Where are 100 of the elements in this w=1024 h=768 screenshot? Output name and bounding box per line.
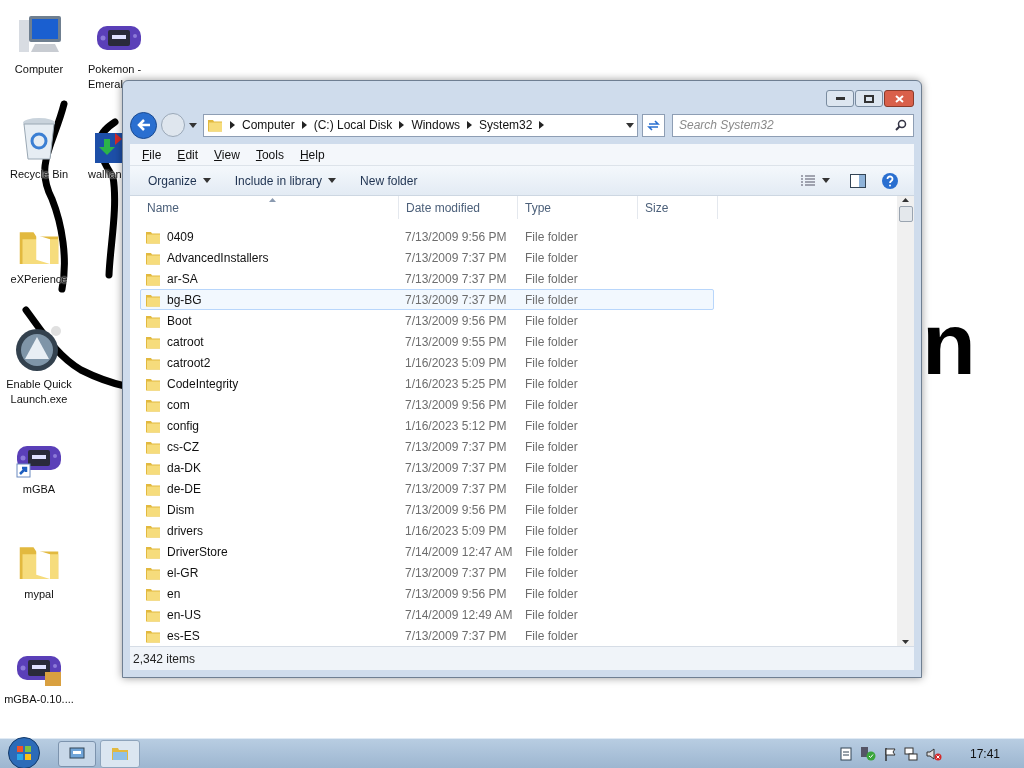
desktop-icon-label[interactable]: mGBA [22, 482, 56, 497]
file-name: 0409 [167, 228, 194, 246]
date-cell-text: 7/13/2009 7:37 PM [404, 438, 508, 456]
file-row[interactable]: com 7/13/2009 9:56 PM File folder [140, 394, 714, 415]
file-row[interactable]: da-DK 7/13/2009 7:37 PM File folder [140, 457, 714, 478]
muted-speaker-icon [925, 746, 942, 761]
breadcrumb[interactable]: Computer [242, 116, 295, 134]
file-row[interactable]: de-DE 7/13/2009 7:37 PM File folder [140, 478, 714, 499]
help-button[interactable] [880, 170, 900, 191]
file-name: Boot [167, 312, 192, 330]
date-cell-text: 7/13/2009 9:56 PM [404, 585, 508, 603]
toolbar-button[interactable]: New folder [348, 168, 430, 193]
network-icon [903, 746, 918, 761]
address-bar[interactable]: Computer (C:) Local Disk Windows System32 [203, 113, 638, 137]
windows-logo-icon [16, 744, 32, 761]
toolbar-button[interactable]: Organize [136, 168, 223, 193]
type-cell-text: File folder [524, 312, 578, 330]
type-cell-text: File folder [524, 543, 578, 561]
file-row[interactable]: drivers 1/16/2023 5:09 PM File folder [140, 520, 714, 541]
file-name: catroot [167, 333, 204, 351]
file-row[interactable]: DriverStore 7/14/2009 12:47 AM File folder [140, 541, 714, 562]
file-row[interactable]: el-GR 7/13/2009 7:37 PM File folder [140, 562, 714, 583]
start-button[interactable] [8, 736, 40, 768]
type-cell-text: File folder [524, 606, 578, 624]
file-row[interactable]: ar-SA 7/13/2009 7:37 PM File folder [140, 268, 714, 289]
date-cell-text: 7/13/2009 9:55 PM [404, 333, 508, 351]
menu-item[interactable]: View [214, 145, 240, 164]
shield-check-icon [859, 746, 876, 761]
breadcrumb[interactable]: System32 [479, 116, 533, 134]
caret-icon [328, 178, 337, 183]
column-header[interactable]: Date modified [399, 196, 518, 219]
triangle-logo-icon [14, 323, 64, 373]
file-row[interactable]: config 1/16/2023 5:12 PM File folder [140, 415, 714, 436]
date-cell-text: 7/14/2009 12:49 AM [404, 606, 514, 624]
file-row[interactable]: Boot 7/13/2009 9:56 PM File folder [140, 310, 714, 331]
menu-item[interactable]: Edit [177, 145, 199, 164]
file-name: de-DE [167, 480, 201, 498]
desktop-icon-label[interactable]: mGBA-0.10.... [4, 692, 74, 707]
file-name: ar-SA [167, 270, 198, 288]
file-name: drivers [167, 522, 203, 540]
menu-item[interactable]: Help [299, 145, 325, 164]
search-box[interactable]: Search System32 [672, 113, 914, 137]
column-header[interactable]: Type [518, 196, 638, 219]
file-row[interactable]: CodeIntegrity 1/16/2023 5:25 PM File folder [140, 373, 714, 394]
scrollbar[interactable] [897, 196, 914, 646]
desktop-icon-label[interactable]: Enable Quick Launch.exe [6, 377, 72, 407]
maximize-button[interactable] [855, 90, 883, 107]
date-cell-text: 7/13/2009 7:37 PM [404, 249, 508, 267]
file-name: Dism [167, 501, 195, 519]
column-header[interactable]: Size [638, 196, 718, 219]
help-icon [881, 171, 899, 190]
search-field[interactable]: Search System32 [679, 116, 895, 134]
file-row[interactable]: en 7/13/2009 9:56 PM File folder [140, 583, 714, 604]
chevron-icon [539, 121, 545, 129]
minimize-button[interactable] [826, 90, 854, 107]
breadcrumb[interactable]: (C:) Local Disk [313, 116, 393, 134]
date-cell-text: 7/13/2009 7:37 PM [404, 564, 508, 582]
file-row[interactable]: cs-CZ 7/13/2009 7:37 PM File folder [140, 436, 714, 457]
scroll-up-icon [902, 198, 909, 202]
file-row[interactable]: Dism 7/13/2009 9:56 PM File folder [140, 499, 714, 520]
sort-arrow-icon [269, 198, 276, 202]
file-row[interactable]: AdvancedInstallers 7/13/2009 7:37 PM File folder [140, 247, 714, 268]
date-cell-text: 7/13/2009 7:37 PM [404, 627, 508, 645]
type-cell-text: File folder [524, 396, 578, 414]
file-name: en [167, 585, 181, 603]
back-button[interactable] [130, 111, 157, 139]
breadcrumb[interactable]: Windows [411, 116, 461, 134]
menu-item[interactable]: Tools [255, 145, 284, 164]
file-name: com [167, 396, 190, 414]
file-row[interactable]: 0409 7/13/2009 9:56 PM File folder [140, 226, 714, 247]
taskbar-button[interactable] [58, 740, 96, 767]
file-row[interactable]: bg-BG 7/13/2009 7:37 PM File folder [140, 289, 714, 310]
date-cell-text: 7/13/2009 7:37 PM [404, 459, 508, 477]
close-button[interactable] [884, 90, 914, 107]
scroll-down-icon [902, 640, 909, 644]
date-cell-text: 7/13/2009 9:56 PM [404, 312, 508, 330]
date-cell-text: 7/13/2009 9:56 PM [404, 396, 508, 414]
desktop-icon-label[interactable]: mypal [24, 587, 54, 602]
toolbar-button[interactable]: Include in library [222, 168, 349, 193]
type-cell-text: File folder [524, 480, 578, 498]
file-row[interactable]: en-US 7/14/2009 12:49 AM File folder [140, 604, 714, 625]
refresh-button[interactable] [642, 113, 665, 137]
file-row[interactable]: catroot 7/13/2009 9:55 PM File folder [140, 331, 714, 352]
file-row[interactable]: es-ES 7/13/2009 7:37 PM File folder [140, 625, 714, 646]
file-name: en-US [167, 606, 201, 624]
scroll-thumb[interactable] [898, 206, 913, 222]
item-count: 2,342 items [133, 650, 196, 668]
desktop-icon-label[interactable]: Pokemon - Emeral [80, 62, 142, 92]
chevron-icon [467, 121, 473, 129]
type-cell-text: File folder [524, 333, 578, 351]
file-name: CodeIntegrity [167, 375, 239, 393]
chevron-icon [301, 121, 307, 129]
date-cell-text: 1/16/2023 5:12 PM [404, 417, 508, 435]
date-cell-text: 7/13/2009 9:56 PM [404, 228, 508, 246]
refresh-icon [647, 118, 660, 132]
menu-item[interactable]: File [142, 145, 162, 164]
file-row[interactable]: catroot2 1/16/2023 5:09 PM File folder [140, 352, 714, 373]
desktop-icon-label[interactable]: Computer [14, 62, 64, 77]
date-cell-text: 1/16/2023 5:09 PM [404, 522, 508, 540]
column-header[interactable]: Name [140, 196, 399, 219]
